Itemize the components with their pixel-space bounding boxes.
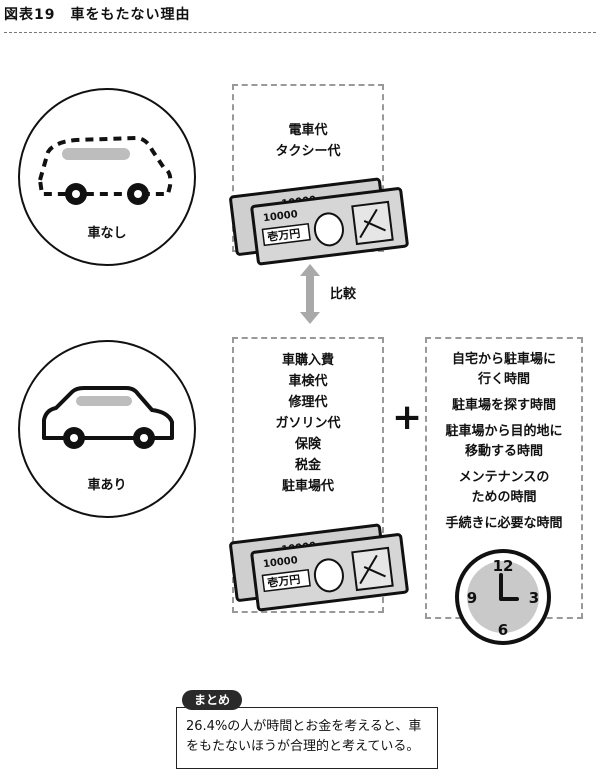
time-item-to-parking: 自宅から駐車場に 行く時間 xyxy=(425,350,583,390)
cost-item-repair: 修理代 xyxy=(288,395,328,410)
cost-item-inspection: 車検代 xyxy=(288,374,328,389)
time-item-line: 手続きに必要な時間 xyxy=(445,516,563,531)
time-item-line: 行く時間 xyxy=(477,372,530,387)
no-car-cost-list: 電車代 タクシー代 xyxy=(232,120,384,162)
time-item-to-destination: 駐車場から目的地に 移動する時間 xyxy=(425,422,583,462)
cost-item-insurance: 保険 xyxy=(294,437,321,452)
clock-number-6: 6 xyxy=(498,621,508,639)
time-item-procedures: 手続きに必要な時間 xyxy=(425,514,583,534)
time-cost-list: 自宅から駐車場に 行く時間 駐車場を探す時間 駐車場から目的地に 移動する時間 … xyxy=(425,350,583,540)
no-car-label: 車なし xyxy=(87,226,127,241)
clock-number-3: 3 xyxy=(529,589,539,607)
time-item-line: 駐車場から目的地に xyxy=(445,424,563,439)
compare-arrow-icon xyxy=(300,264,320,324)
cost-item-train: 電車代 xyxy=(288,123,328,138)
clock-number-12: 12 xyxy=(493,557,514,575)
time-item-line: 移動する時間 xyxy=(464,444,543,459)
compare-label: 比較 xyxy=(330,287,357,302)
cost-item-parking: 駐車場代 xyxy=(281,479,334,494)
time-item-line: ための時間 xyxy=(471,490,537,505)
cost-item-gasoline: ガソリン代 xyxy=(275,416,341,431)
cost-item-taxi: タクシー代 xyxy=(275,144,341,159)
clock-number-9: 9 xyxy=(467,589,477,607)
summary-line: 26.4%の人が時間とお金を考えると、車 xyxy=(186,719,422,734)
clock-icon: 12 3 6 9 xyxy=(455,549,551,645)
cost-item-tax: 税金 xyxy=(294,458,321,473)
plus-sign: + xyxy=(392,397,423,438)
time-item-line: 自宅から駐車場に xyxy=(451,352,556,367)
time-item-search-parking: 駐車場を探す時間 xyxy=(425,396,583,416)
summary-line: をもたないほうが合理的と考えている。 xyxy=(186,739,420,754)
summary-tag: まとめ xyxy=(182,690,243,710)
time-item-maintenance: メンテナンスの ための時間 xyxy=(425,468,583,508)
time-item-line: メンテナンスの xyxy=(458,470,550,485)
time-item-line: 駐車場を探す時間 xyxy=(451,398,556,413)
summary-text: 26.4%の人が時間とお金を考えると、車 をもたないほうが合理的と考えている。 xyxy=(186,717,430,757)
title-divider xyxy=(4,32,596,33)
figure-title: 図表19 車をもたない理由 xyxy=(4,7,191,23)
with-car-label: 車あり xyxy=(87,478,127,493)
banknote-icon: 10000 10000 壱万円 xyxy=(229,523,409,612)
cost-item-purchase: 車購入費 xyxy=(281,353,334,368)
banknote-icon: 10000 10000 壱万円 xyxy=(229,177,409,266)
car-cost-list: 車購入費 車検代 修理代 ガソリン代 保険 税金 駐車場代 xyxy=(232,350,384,497)
